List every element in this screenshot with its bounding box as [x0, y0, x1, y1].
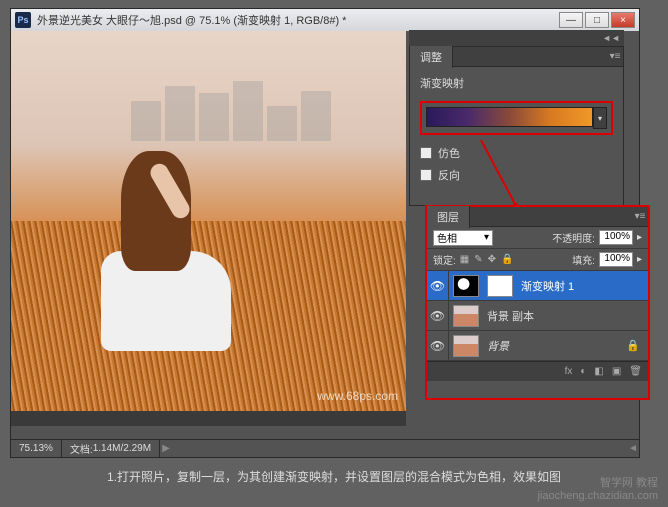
reverse-checkbox[interactable] [420, 169, 432, 181]
layers-panel: 图层 ▾≡ 色相▾ 不透明度: 100% ▸ 锁定: ▦ ✎ ✥ 🔒 填充: 1… [425, 205, 650, 400]
gradient-highlight: ▾ [420, 101, 613, 135]
maximize-button[interactable]: □ [585, 12, 609, 28]
panel-menu-icon[interactable]: ▾≡ [607, 51, 623, 62]
fx-icon[interactable]: fx [565, 366, 573, 377]
adjustments-tab[interactable]: 调整 [410, 46, 453, 68]
close-button[interactable]: × [611, 12, 635, 28]
dither-label: 仿色 [438, 145, 460, 161]
layer-thumb[interactable] [453, 305, 479, 327]
blend-mode-dropdown[interactable]: 色相▾ [433, 230, 493, 246]
visibility-toggle[interactable]: 👁 [427, 331, 449, 360]
fill-label: 填充: [572, 252, 595, 267]
watermark: www.68ps.com [317, 389, 398, 403]
dither-checkbox[interactable] [420, 147, 432, 159]
zoom-level[interactable]: 75.13% [11, 440, 62, 457]
photoshop-icon: Ps [15, 12, 31, 28]
new-layer-icon[interactable]: ▣ [612, 366, 621, 377]
minimize-button[interactable]: — [559, 12, 583, 28]
trash-icon[interactable]: 🗑 [629, 366, 642, 377]
doc-info-arrow[interactable]: ▶ [160, 443, 172, 454]
photo-canvas[interactable]: www.68ps.com [11, 31, 406, 411]
status-bar: 75.13% 文档: 1.14M/2.29M ▶ ◄ [11, 439, 639, 457]
layers-footer: fx ◐ ◧ ▣ 🗑 [427, 361, 648, 381]
opacity-input[interactable]: 100% [599, 230, 633, 245]
gradient-dropdown-icon[interactable]: ▾ [593, 107, 607, 129]
adjustment-title: 渐变映射 [420, 75, 613, 91]
background-buildings [131, 71, 406, 141]
visibility-toggle[interactable]: 👁 [427, 271, 449, 300]
layer-row-bg[interactable]: 👁 背景 🔒 [427, 331, 648, 361]
lock-all-icon[interactable]: 🔒 [501, 254, 513, 265]
adjustment-thumb[interactable] [453, 275, 479, 297]
lock-label: 锁定: [433, 252, 456, 267]
mask-thumb[interactable] [487, 275, 513, 297]
visibility-toggle[interactable]: 👁 [427, 301, 449, 330]
subject-figure [71, 151, 231, 351]
gradient-picker[interactable] [426, 107, 593, 127]
doc-size-label: 文档: [70, 441, 93, 456]
adjustment-icon[interactable]: ◧ [594, 366, 603, 377]
lock-pixels-icon[interactable]: ✎ [474, 254, 482, 265]
chevron-down-icon: ▾ [484, 232, 489, 243]
fill-arrow-icon[interactable]: ▸ [637, 254, 642, 265]
lock-position-icon[interactable]: ✥ [488, 254, 496, 265]
layer-row-bg-copy[interactable]: 👁 背景 副本 [427, 301, 648, 331]
panel-collapse-bar[interactable]: ◄◄ [409, 30, 624, 46]
lock-icon: 🔒 [626, 339, 640, 352]
scroll-left-icon[interactable]: ◄ [627, 443, 639, 454]
layer-list: 👁 渐变映射 1 👁 背景 副本 👁 背景 🔒 [427, 271, 648, 361]
credit: 智学网 教程 jiaocheng.chazidian.com [538, 477, 658, 503]
layer-name: 背景 副本 [487, 308, 534, 324]
layer-name: 背景 [487, 338, 509, 354]
mask-icon[interactable]: ◐ [580, 366, 586, 377]
doc-size-value: 1.14M/2.29M [93, 443, 151, 454]
titlebar: Ps 外景逆光美女 大眼仔～旭.psd @ 75.1% (渐变映射 1, RGB… [11, 9, 639, 31]
layers-menu-icon[interactable]: ▾≡ [632, 211, 648, 222]
adjustments-panel: 调整 ▾≡ 渐变映射 ▾ 仿色 反向 [409, 46, 624, 206]
opacity-label: 不透明度: [552, 230, 595, 245]
layers-tab[interactable]: 图层 [427, 206, 470, 228]
layer-thumb[interactable] [453, 335, 479, 357]
canvas-area: www.68ps.com [11, 31, 406, 426]
document-title: 外景逆光美女 大眼仔～旭.psd @ 75.1% (渐变映射 1, RGB/8#… [37, 12, 346, 28]
lock-transparency-icon[interactable]: ▦ [460, 254, 469, 265]
layer-name: 渐变映射 1 [521, 278, 574, 294]
reverse-label: 反向 [438, 167, 460, 183]
opacity-arrow-icon[interactable]: ▸ [637, 232, 642, 243]
layer-row-gradient-map[interactable]: 👁 渐变映射 1 [427, 271, 648, 301]
fill-input[interactable]: 100% [599, 252, 633, 267]
